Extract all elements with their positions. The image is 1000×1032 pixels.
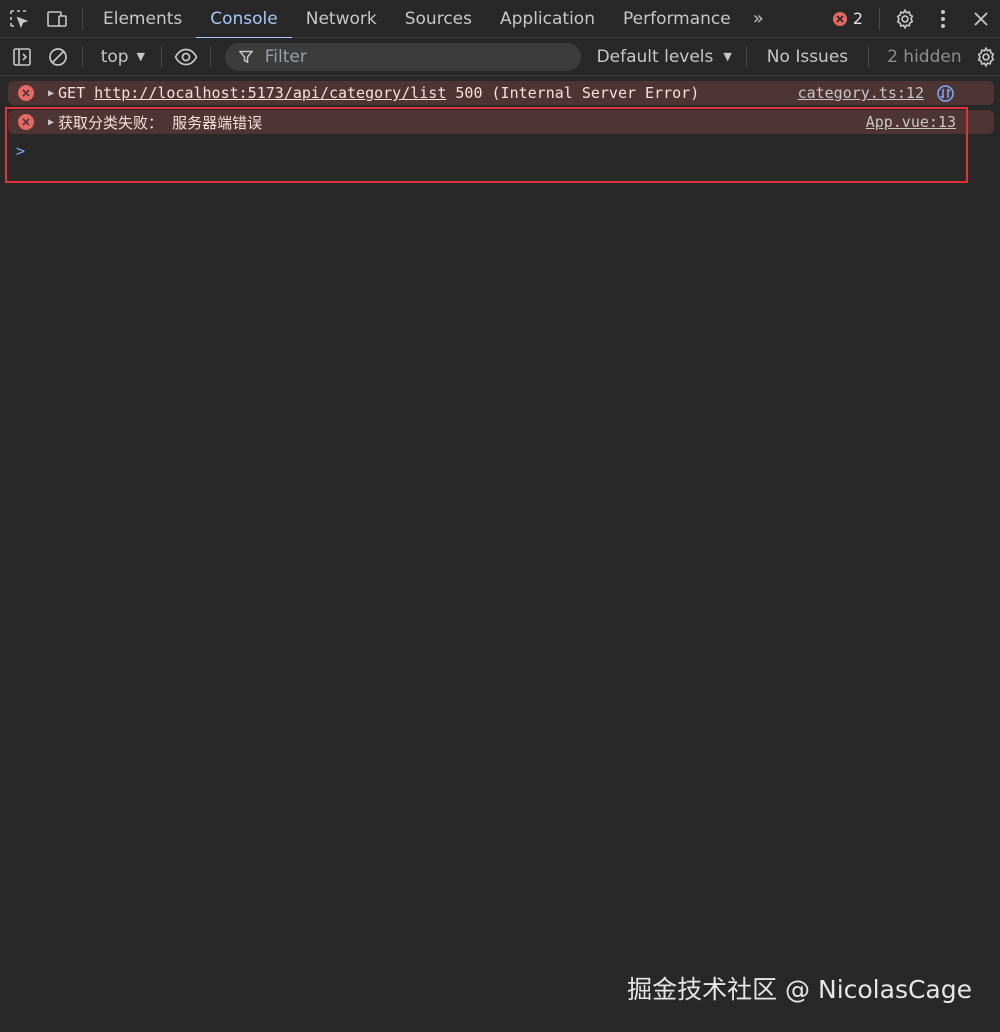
close-icon[interactable] <box>962 0 1000 38</box>
context-selector[interactable]: top ▼ <box>89 38 155 76</box>
device-toolbar-icon[interactable] <box>38 0 76 38</box>
error-icon <box>18 85 34 101</box>
expand-triangle-icon[interactable]: ▶ <box>48 117 54 128</box>
toolbar-divider <box>879 7 880 30</box>
toolbar-divider <box>82 7 83 30</box>
console-prompt[interactable]: > <box>16 142 25 160</box>
chevron-down-icon: ▼ <box>723 50 732 63</box>
request-method: GET <box>58 84 95 102</box>
filter-box <box>224 42 581 71</box>
tabbar-right-controls: 2 <box>823 0 1000 38</box>
context-value: top <box>100 46 129 67</box>
sidebar-toggle-icon[interactable] <box>4 38 40 76</box>
tab-elements[interactable]: Elements <box>89 0 196 38</box>
error-icon <box>832 11 847 26</box>
console-messages: ▶ GET http://localhost:5173/api/category… <box>0 76 1000 134</box>
gear-icon[interactable] <box>886 0 924 38</box>
source-link[interactable]: category.ts:12 <box>798 84 924 102</box>
tab-performance[interactable]: Performance <box>609 0 745 38</box>
tab-sources[interactable]: Sources <box>391 0 486 38</box>
toolbar-divider <box>81 45 83 68</box>
console-toolbar: top ▼ Default levels ▼ No Issues 2 hidde… <box>0 38 1000 76</box>
toolbar-divider <box>745 45 747 68</box>
inspect-element-icon[interactable] <box>0 0 38 38</box>
toolbar-divider <box>868 45 870 68</box>
filter-funnel-icon <box>238 50 253 64</box>
expand-triangle-icon[interactable]: ▶ <box>48 88 54 99</box>
console-error-message[interactable]: ▶ GET http://localhost:5173/api/category… <box>8 81 994 105</box>
issues-button[interactable]: No Issues <box>753 47 862 67</box>
source-link[interactable]: App.vue:13 <box>866 113 956 131</box>
watermark: 掘金技术社区 @ NicolasCage <box>627 975 972 1004</box>
message-text: GET http://localhost:5173/api/category/l… <box>58 84 699 102</box>
tab-console[interactable]: Console <box>196 0 292 39</box>
hidden-messages-count: 2 hidden <box>887 46 962 67</box>
error-icon <box>18 114 34 130</box>
kebab-menu-icon[interactable] <box>924 0 962 38</box>
more-tabs-button[interactable]: » <box>745 0 772 38</box>
devtools-tabbar: Elements Console Network Sources Applica… <box>0 0 1000 39</box>
console-settings-gear-icon[interactable] <box>972 38 1000 76</box>
request-url-link[interactable]: http://localhost:5173/api/category/list <box>94 84 446 102</box>
toolbar-divider <box>209 45 211 68</box>
request-status: 500 (Internal Server Error) <box>446 84 700 102</box>
chevron-down-icon: ▼ <box>136 50 146 63</box>
live-expression-eye-icon[interactable] <box>168 38 204 76</box>
clear-console-icon[interactable] <box>40 38 76 76</box>
tab-application[interactable]: Application <box>486 0 609 38</box>
log-levels-label: Default levels <box>596 46 714 67</box>
log-levels-dropdown[interactable]: Default levels ▼ <box>597 47 732 67</box>
message-text: 获取分类失败： 服务器端错误 <box>58 113 263 132</box>
tab-network[interactable]: Network <box>292 0 391 38</box>
toolbar-divider <box>161 45 162 68</box>
filter-input[interactable] <box>262 45 563 68</box>
console-error-message[interactable]: ▶ 获取分类失败： 服务器端错误 App.vue:13 <box>8 110 994 134</box>
error-count: 2 <box>852 9 863 28</box>
error-count-badge[interactable]: 2 <box>823 9 873 28</box>
network-request-icon[interactable] <box>937 85 954 102</box>
